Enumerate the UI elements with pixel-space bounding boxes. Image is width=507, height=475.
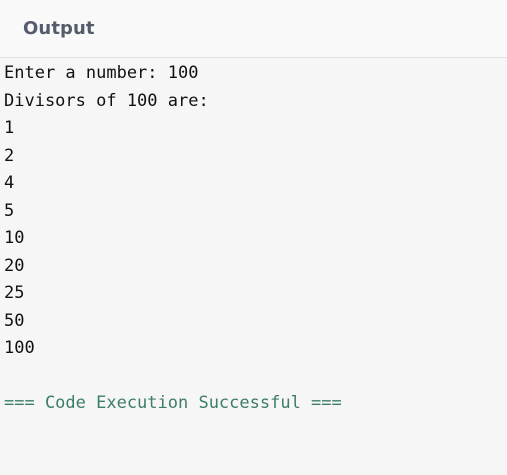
output-title: Output (23, 18, 95, 39)
output-header: Output (0, 0, 507, 58)
console-line-prompt: Enter a number: 100 (4, 63, 199, 83)
execution-status-line: === Code Execution Successful === (4, 393, 342, 413)
console-line-heading: Divisors of 100 are: (4, 90, 209, 111)
console-output: Enter a number: 100 Divisors of 100 are:… (0, 58, 507, 418)
divisor-line: 4 (4, 173, 15, 193)
divisor-line: 5 (4, 200, 15, 221)
divisor-line: 25 (4, 283, 25, 303)
divisor-line: 10 (4, 228, 25, 248)
divisor-line: 2 (4, 145, 15, 166)
divisor-line: 50 (4, 310, 25, 331)
divisor-line: 100 (4, 338, 35, 358)
divisor-line: 20 (4, 255, 25, 276)
output-panel: Output Enter a number: 100 Divisors of 1… (0, 0, 507, 475)
divisor-line: 1 (4, 118, 15, 138)
